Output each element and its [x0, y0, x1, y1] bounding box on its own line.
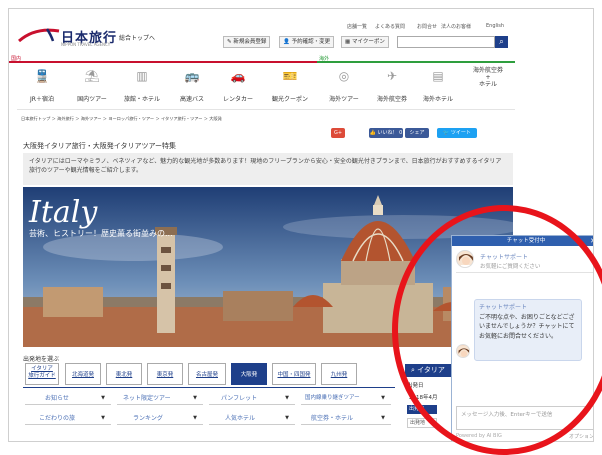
caret-down-icon: ▼	[193, 415, 197, 421]
site-header: 日本旅行 NIPPON TRAVEL AGENCY 総合トップへ 店舗一覧 よく…	[9, 9, 593, 62]
building-icon: ▤	[432, 69, 444, 83]
chat-header[interactable]: チャット受付中	[452, 236, 593, 246]
nav-item-overseas-flight[interactable]: ✈ 海外航空券	[367, 69, 417, 105]
ticket-icon: 🎫	[282, 69, 298, 83]
hero-subtitle: 芸術、ヒストリー！歴史薫る街並みの...	[29, 229, 173, 238]
tour-icon: ⛱	[84, 69, 100, 83]
like-button[interactable]: 👍 いいね！ 0	[369, 128, 403, 138]
tab-kyushu[interactable]: 九州発	[321, 363, 357, 385]
sidebar-field[interactable]: 出発地	[407, 418, 437, 428]
nav-item-ryokan-hotel[interactable]: ▥ 旅館・ホテル	[117, 69, 167, 105]
nav-item-sightseeing-coupon[interactable]: 🎫 観光クーポン	[265, 69, 315, 105]
nav-item-jr-hotel[interactable]: 🚆 JR＋宿泊	[17, 69, 67, 105]
dropdown-transfer-tour[interactable]: 国内線乗り継ぎツアー ▼	[301, 393, 391, 405]
sidebar-tag: 出発地	[407, 405, 437, 414]
caret-down-icon: ▼	[193, 395, 197, 401]
dropdown-net-tour[interactable]: ネット限定ツアー ▼	[117, 393, 203, 405]
dropdown-news[interactable]: お知らせ ▼	[25, 393, 111, 405]
chat-message-input[interactable]: メッセージ入力後、Enterキーで送信	[456, 406, 593, 430]
tab-tohoku[interactable]: 東北発	[106, 363, 142, 385]
hotel-icon: ▥	[136, 69, 148, 83]
util-link-corporate[interactable]: 法人のお客様	[441, 23, 471, 30]
sidebar-year[interactable]: 2018年4月	[409, 393, 438, 401]
thumbs-up-icon: 👍	[369, 130, 378, 136]
globe-icon: ◎	[338, 69, 350, 83]
dropdown-popular-hotel[interactable]: 人気ホテル ▼	[209, 413, 295, 425]
register-button[interactable]: ✎ 新規会員登録	[223, 36, 271, 48]
hero-title: Italy	[29, 195, 98, 230]
plane-icon: ✈	[386, 69, 398, 83]
nav-item-overseas-hotel[interactable]: ▤ 海外ホテル	[413, 69, 463, 105]
logo-swoosh-icon	[18, 28, 60, 43]
util-link-stores[interactable]: 店舗一覧	[347, 23, 367, 30]
caret-down-icon: ▼	[381, 395, 385, 401]
caret-down-icon: ▼	[381, 415, 385, 421]
reservation-button[interactable]: 👤 予約確認・変更	[279, 36, 335, 48]
util-link-faq[interactable]: よくある質問	[375, 23, 405, 30]
mycoupon-button[interactable]: ▦ マイクーポン	[341, 36, 389, 48]
nav-item-rental-car[interactable]: 🚗 レンタカー	[213, 69, 263, 105]
dropdown-flight-hotel[interactable]: 航空券・ホテル ▼	[301, 413, 391, 425]
car-icon: 🚗	[230, 69, 246, 83]
chat-greeting: お気軽にご質問ください	[480, 264, 541, 270]
train-icon: 🚆	[34, 69, 50, 83]
dropdown-pamphlet[interactable]: パンフレット ▼	[209, 393, 295, 405]
site-logo-sub: NIPPON TRAVEL AGENCY	[61, 42, 111, 47]
chat-options-link[interactable]: オプション	[569, 433, 593, 440]
tab-osaka[interactable]: 大阪発	[231, 363, 267, 385]
caret-down-icon: ▼	[101, 415, 105, 421]
caret-down-icon: ▼	[285, 415, 289, 421]
tab-italy-guide[interactable]: イタリア 旅行ガイド	[25, 363, 59, 385]
dropdown-ranking[interactable]: ランキング ▼	[117, 413, 203, 425]
close-icon[interactable]: ✕	[590, 236, 593, 246]
coupon-icon: ▦	[345, 39, 352, 45]
chat-agent-name: チャットサポート	[480, 254, 528, 261]
chat-footer: Powered by AI BIG オプション	[456, 433, 594, 440]
browser-frame: 日本旅行 NIPPON TRAVEL AGENCY 総合トップへ 店舗一覧 よく…	[8, 8, 594, 442]
tab-chugoku-shikoku[interactable]: 中国・四国発	[272, 363, 316, 385]
search-icon: ⌕	[499, 37, 504, 46]
breadcrumb[interactable]: 日本旅行トップ ＞ 海外旅行 ＞ 海外ツアー ＞ ヨーロッパ旅行・ツアー ＞ イ…	[21, 116, 222, 122]
agent-avatar-small	[456, 344, 470, 358]
util-link-contact[interactable]: お問合せ	[417, 23, 437, 30]
chat-divider	[456, 272, 593, 273]
util-link-english[interactable]: English	[486, 23, 504, 29]
tab-nagoya[interactable]: 名古屋発	[188, 363, 226, 385]
tab-tokyo[interactable]: 東京発	[147, 363, 183, 385]
departure-underline	[23, 387, 395, 388]
caret-down-icon: ▼	[101, 395, 105, 401]
nav-item-highway-bus[interactable]: 🚌 高速バス	[167, 69, 217, 105]
sidebar-depart-date-label: 出発日	[407, 383, 424, 389]
dropdown-special-trip[interactable]: こだわりの旅 ▼	[25, 413, 111, 425]
agent-avatar	[456, 250, 474, 268]
nav-item-domestic-tour[interactable]: ⛱ 国内ツアー	[67, 69, 117, 105]
home-link[interactable]: 総合トップへ	[119, 33, 155, 42]
nav-item-flight-plus-hotel[interactable]: 海外航空券 + ホテル	[461, 67, 515, 88]
search-input[interactable]	[397, 36, 495, 48]
gplus-button[interactable]: G+	[331, 128, 345, 138]
twitter-bird-icon: 🐦	[443, 130, 451, 136]
chat-widget[interactable]: チャット受付中 ✕ チャットサポート お気軽にご質問ください チャットサポート …	[451, 235, 594, 441]
nav-divider	[17, 109, 515, 110]
page-title: 大阪発イタリア旅行・大阪発イタリアツアー特集	[23, 142, 177, 150]
caret-down-icon: ▼	[285, 395, 289, 401]
chat-message-bubble: チャットサポート ご不明な点や、お困りごとなどございませんでしょうか？チャットに…	[474, 299, 582, 361]
tab-hokkaido[interactable]: 北海道発	[65, 363, 101, 385]
hero-banner[interactable]: Italy 芸術、ヒストリー！歴史薫る街並みの...	[23, 187, 513, 347]
overseas-nav-line	[317, 61, 515, 63]
bus-icon: 🚌	[184, 69, 200, 83]
search-button[interactable]: ⌕	[495, 36, 508, 48]
user-icon: 👤	[283, 39, 292, 45]
departure-label: 出発地を選ぶ	[23, 356, 60, 363]
tweet-button[interactable]: 🐦 ツイート	[437, 128, 477, 138]
intro-text: イタリアにはローマやミラノ、ベネツィアなど、魅力的な観光地が多数あります！現地の…	[23, 153, 513, 185]
share-button[interactable]: シェア	[405, 128, 429, 138]
nav-item-overseas-tour[interactable]: ◎ 海外ツアー	[319, 69, 369, 105]
